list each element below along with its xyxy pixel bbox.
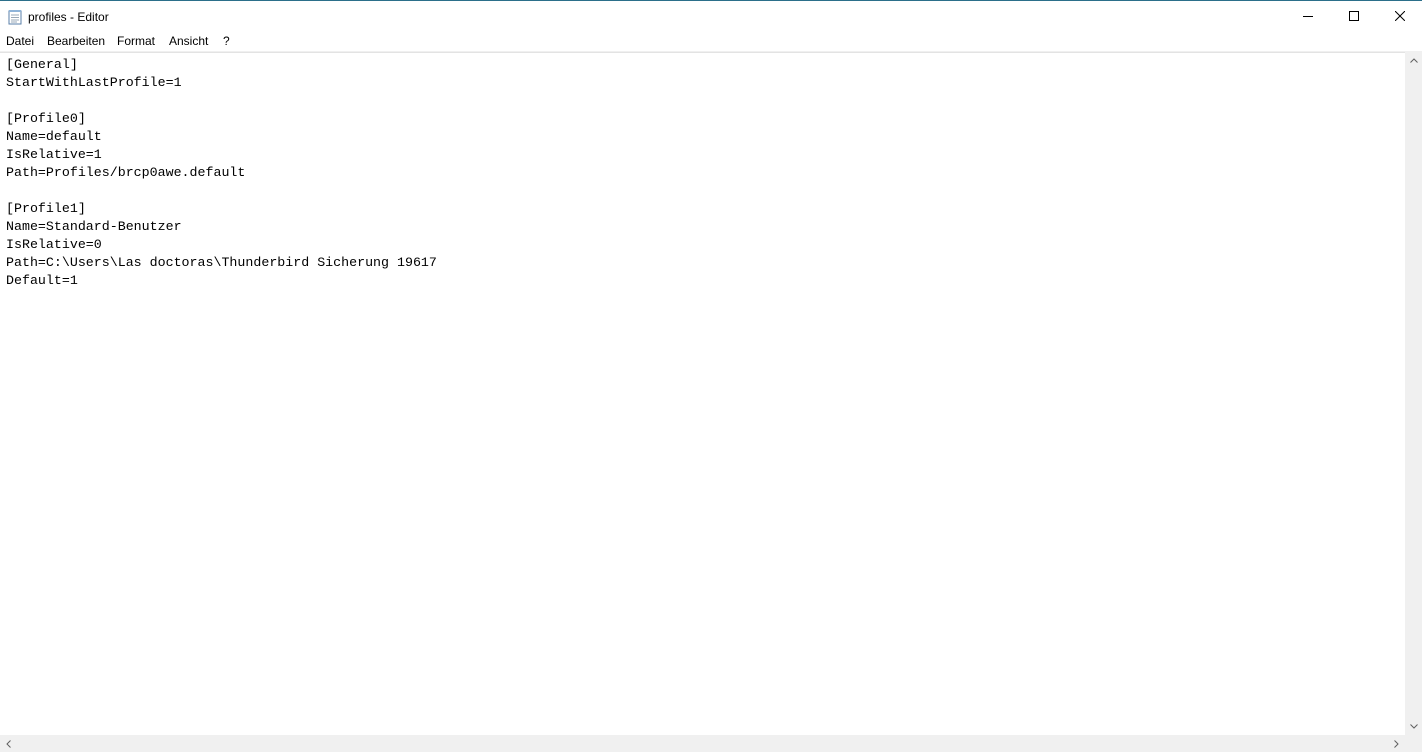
text-line: Path=Profiles/brcp0awe.default [6,165,246,180]
chevron-left-icon[interactable] [0,735,17,752]
text-line: Name=default [6,129,102,144]
minimize-icon [1303,11,1313,21]
text-line: Path=C:\Users\Las doctoras\Thunderbird S… [6,255,437,270]
notepad-window: profiles - Editor Datei Bearbeiten Forma… [0,0,1422,752]
menu-datei[interactable]: Datei [6,34,34,49]
text-line: IsRelative=0 [6,237,102,252]
menu-ansicht[interactable]: Ansicht [169,34,208,49]
text-line: ​ [6,92,437,110]
text-line: IsRelative=1 [6,147,102,162]
window-title: profiles - Editor [28,10,109,24]
menu-format[interactable]: Format [117,34,155,49]
chevron-right-icon[interactable] [1388,735,1405,752]
chevron-up-icon[interactable] [1405,52,1422,69]
menu-bar: Datei Bearbeiten Format Ansicht ? [0,31,1422,51]
maximize-button[interactable] [1331,1,1377,31]
menu-bearbeiten[interactable]: Bearbeiten [47,34,105,49]
text-line: Default=1 [6,273,78,288]
text-line: [Profile0] [6,111,86,126]
title-bar[interactable]: profiles - Editor [0,1,1422,31]
text-line: [Profile1] [6,201,86,216]
text-line: ​ [6,182,437,200]
scrollbar-corner [1405,735,1422,752]
text-line: StartWithLastProfile=1 [6,75,182,90]
horizontal-scrollbar[interactable] [0,735,1405,752]
minimize-button[interactable] [1285,1,1331,31]
editor-text[interactable]: [General]StartWithLastProfile=1​[Profile… [6,56,437,290]
notepad-icon [8,9,22,25]
text-line: [General] [6,57,78,72]
close-button[interactable] [1377,1,1422,31]
menu-help[interactable]: ? [223,34,230,49]
text-editor-area[interactable]: [General]StartWithLastProfile=1​[Profile… [0,52,1405,735]
chevron-down-icon[interactable] [1405,718,1422,735]
maximize-icon [1349,11,1359,21]
text-line: Name=Standard-Benutzer [6,219,182,234]
close-icon [1395,11,1405,21]
vertical-scrollbar[interactable] [1405,52,1422,735]
